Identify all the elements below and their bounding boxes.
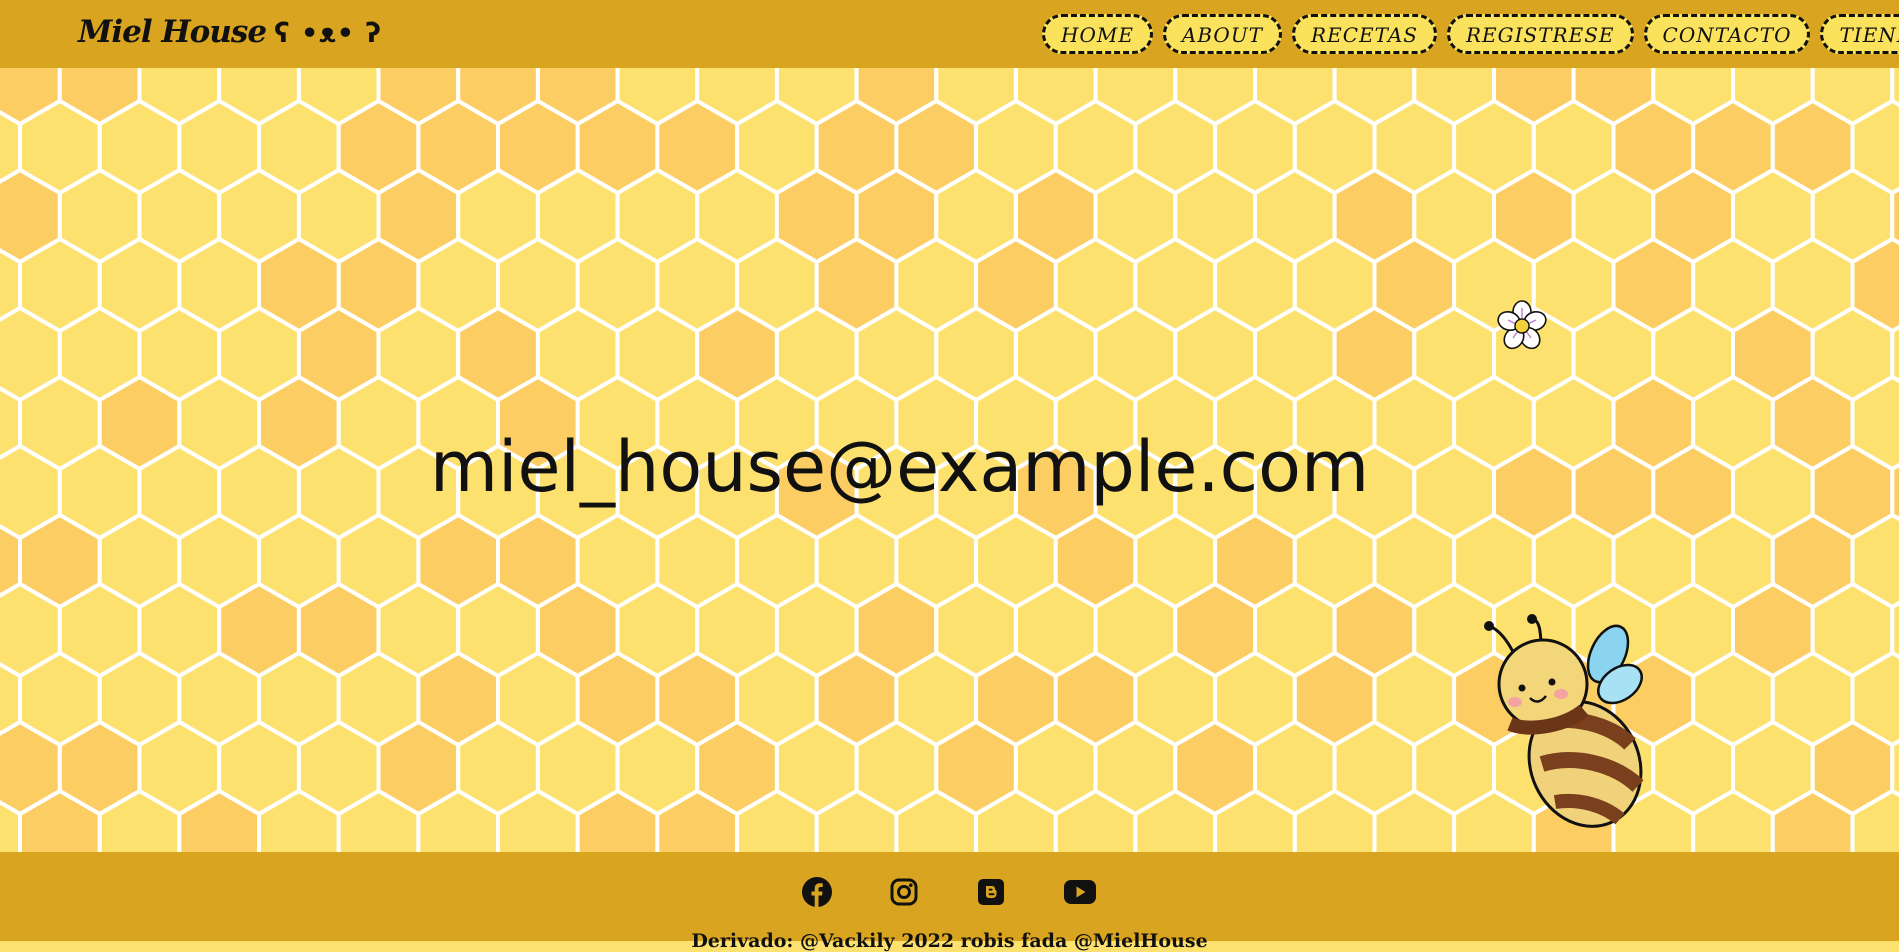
nav-about[interactable]: ABOUT — [1163, 14, 1282, 54]
site-footer: Derivado: @Vackily 2022 robis fada @Miel… — [0, 852, 1899, 941]
main-nav: HOME ABOUT RECETAS REGISTRESE CONTACTO T… — [1042, 14, 1899, 54]
bee-icon — [1480, 614, 1670, 834]
blogger-icon[interactable] — [976, 877, 1006, 911]
nav-tienda[interactable]: TIENDA — [1820, 14, 1899, 54]
hero-section: miel_house@example.com — [0, 68, 1899, 852]
nav-registrese[interactable]: REGISTRESE — [1447, 14, 1634, 54]
bear-face-emoticon: ʕ •ᴥ• ʔ — [274, 18, 382, 49]
nav-home[interactable]: HOME — [1042, 14, 1153, 54]
flower-icon — [1494, 298, 1550, 354]
nav-contacto[interactable]: CONTACTO — [1644, 14, 1811, 54]
youtube-icon[interactable] — [1063, 879, 1097, 909]
contact-email[interactable]: miel_house@example.com — [0, 426, 1849, 508]
footer-credit: Derivado: @Vackily 2022 robis fada @Miel… — [0, 930, 1899, 952]
social-links — [0, 877, 1899, 911]
instagram-icon[interactable] — [889, 877, 919, 911]
brand-name: Miel House — [78, 14, 266, 50]
facebook-icon[interactable] — [802, 877, 832, 911]
brand-logo[interactable]: Miel House ʕ •ᴥ• ʔ — [78, 14, 382, 50]
site-header: Miel House ʕ •ᴥ• ʔ HOME ABOUT RECETAS REG… — [0, 0, 1899, 68]
nav-recetas[interactable]: RECETAS — [1292, 14, 1437, 54]
